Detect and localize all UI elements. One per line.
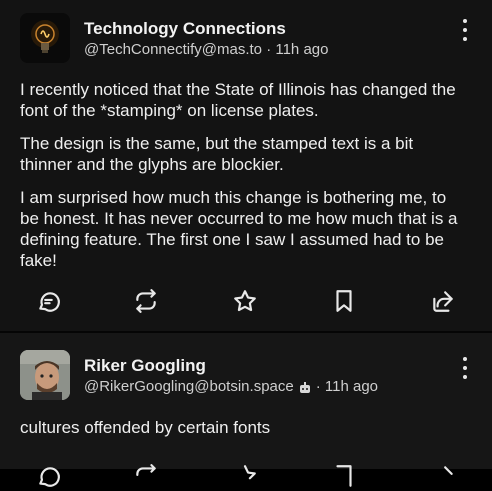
author-meta: @TechConnectify@mas.to · 11h ago — [84, 41, 328, 58]
bookmark-icon[interactable] — [329, 461, 359, 491]
post-content: cultures offended by certain fonts — [20, 417, 460, 450]
share-icon[interactable] — [428, 286, 458, 316]
author-handle[interactable]: @TechConnectify@mas.to — [84, 41, 262, 58]
repeat-icon[interactable] — [131, 461, 161, 491]
author-name[interactable]: Technology Connections — [84, 19, 286, 39]
bot-icon — [299, 381, 311, 393]
author-name[interactable]: Riker Googling — [84, 356, 206, 376]
more-options-icon[interactable] — [458, 357, 472, 379]
more-options-icon[interactable] — [458, 19, 472, 41]
author-meta: @RikerGoogling@botsin.space · 11h ago — [84, 378, 378, 395]
post-time: · 11h ago — [266, 41, 329, 58]
post-paragraph: I am surprised how much this change is b… — [20, 188, 458, 270]
share-icon[interactable] — [428, 461, 458, 491]
post-card[interactable]: Technology Connections @TechConnectify@m… — [0, 0, 492, 331]
bookmark-icon[interactable] — [329, 286, 359, 316]
post-paragraph: cultures offended by certain fonts — [20, 418, 271, 437]
avatar[interactable] — [20, 13, 70, 63]
post-paragraph: The design is the same, but the stamped … — [20, 134, 414, 174]
star-icon[interactable] — [230, 461, 260, 491]
author-handle[interactable]: @RikerGoogling@botsin.space — [84, 378, 294, 395]
reply-icon[interactable] — [34, 461, 64, 491]
post-paragraph: I recently noticed that the State of Ill… — [20, 80, 456, 120]
post-actions — [0, 286, 492, 316]
repeat-icon[interactable] — [131, 286, 161, 316]
reply-icon[interactable] — [34, 286, 64, 316]
post-card[interactable]: Riker Googling @RikerGoogling@botsin.spa… — [0, 333, 492, 487]
star-icon[interactable] — [230, 286, 260, 316]
post-content: I recently noticed that the State of Ill… — [20, 79, 460, 283]
post-actions — [0, 461, 492, 491]
post-time: · 11h ago — [315, 378, 379, 395]
avatar[interactable] — [20, 350, 70, 400]
